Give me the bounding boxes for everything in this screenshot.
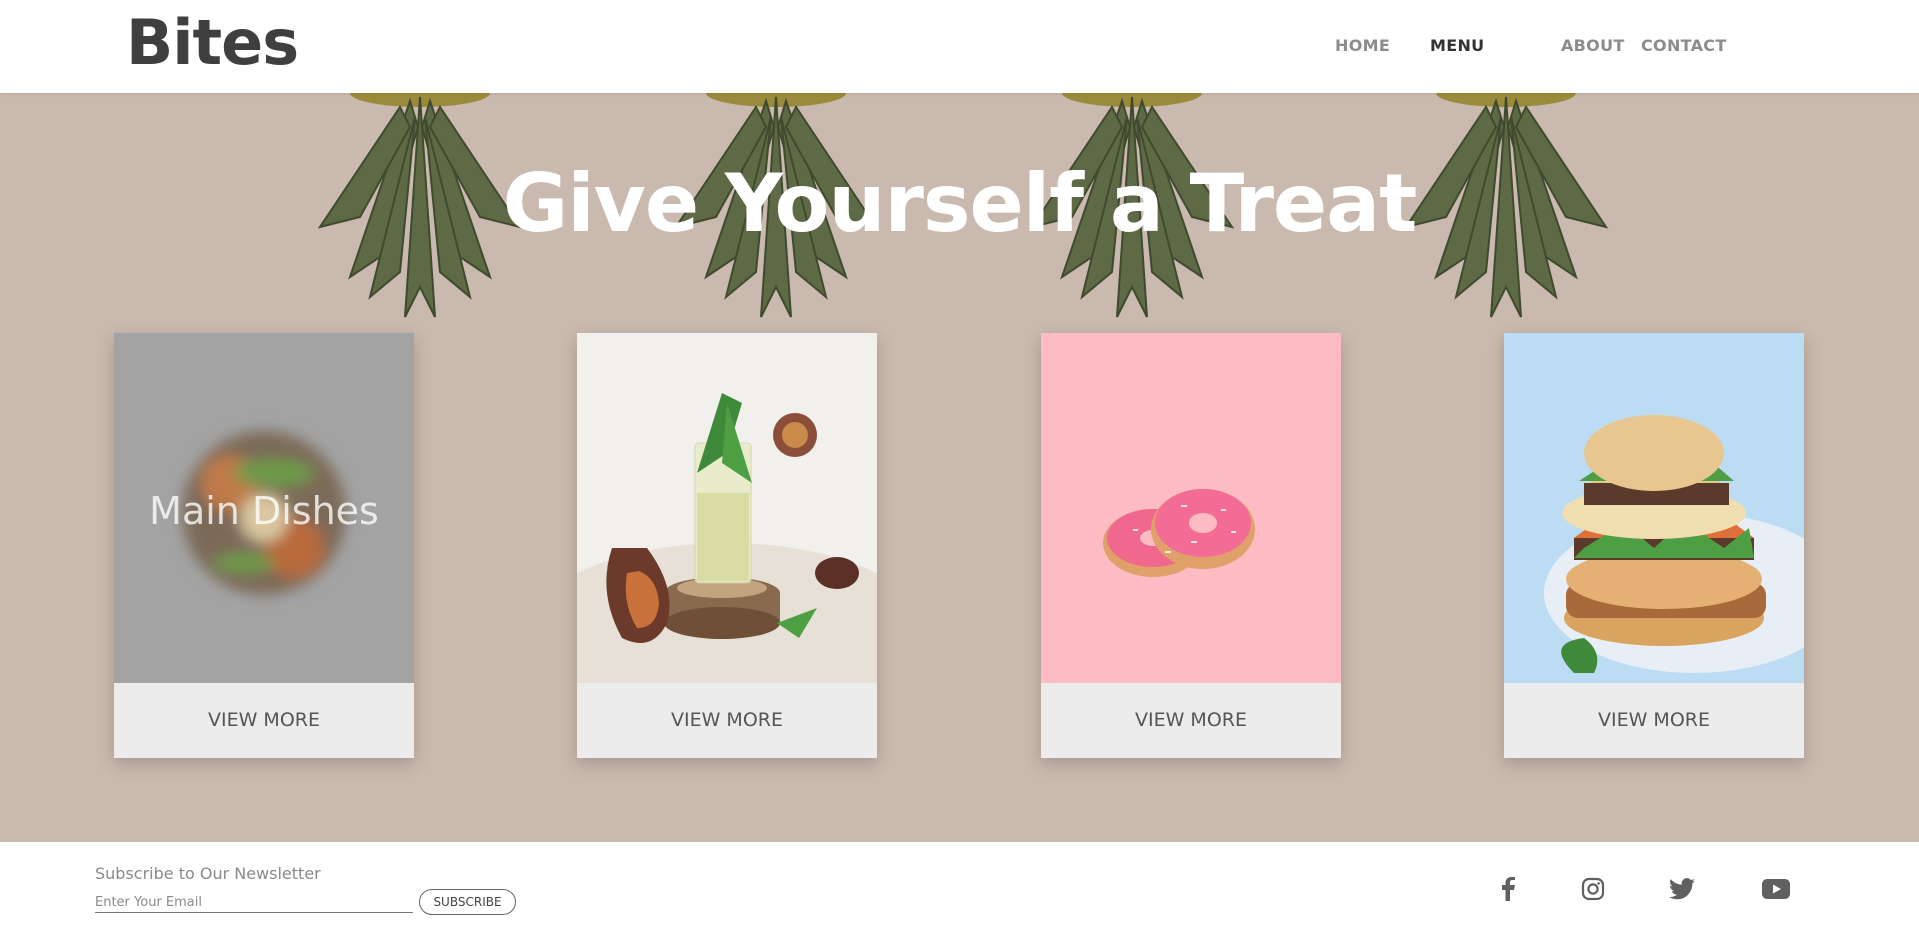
site-header: Bites HOME MENU ABOUT CONTACT	[0, 0, 1919, 93]
twitter-icon[interactable]	[1667, 874, 1697, 904]
fig-drink-image	[577, 333, 877, 683]
view-more-button[interactable]: VIEW MORE	[1041, 683, 1341, 758]
menu-card-drinks[interactable]: VIEW MORE	[577, 333, 877, 758]
view-more-button[interactable]: VIEW MORE	[1504, 683, 1804, 758]
facebook-icon[interactable]	[1493, 874, 1523, 904]
instagram-icon[interactable]	[1578, 874, 1608, 904]
site-footer: Subscribe to Our Newsletter SUBSCRIBE	[0, 842, 1919, 934]
subscribe-button[interactable]: SUBSCRIBE	[419, 889, 516, 915]
menu-card-sandwiches[interactable]: VIEW MORE	[1504, 333, 1804, 758]
hero-section: Give Yourself a Treat Main Dishes VIEW M…	[0, 93, 1919, 842]
newsletter-label: Subscribe to Our Newsletter	[95, 864, 321, 883]
nav-home[interactable]: HOME	[1335, 36, 1390, 55]
view-more-button[interactable]: VIEW MORE	[114, 683, 414, 758]
youtube-icon[interactable]	[1761, 874, 1791, 904]
sandwich-image	[1504, 333, 1804, 683]
menu-card-main-dishes[interactable]: Main Dishes VIEW MORE	[114, 333, 414, 758]
menu-card-desserts[interactable]: VIEW MORE	[1041, 333, 1341, 758]
site-logo[interactable]: Bites	[126, 6, 299, 79]
nav-about[interactable]: ABOUT	[1561, 36, 1625, 55]
donuts-image	[1041, 333, 1341, 683]
nav-menu[interactable]: MENU	[1430, 36, 1484, 55]
nav-contact[interactable]: CONTACT	[1641, 36, 1727, 55]
card-title: Main Dishes	[149, 489, 379, 533]
hero-title: Give Yourself a Treat	[502, 157, 1418, 250]
main-dishes-image: Main Dishes	[114, 333, 414, 683]
email-input[interactable]	[95, 892, 413, 913]
view-more-button[interactable]: VIEW MORE	[577, 683, 877, 758]
